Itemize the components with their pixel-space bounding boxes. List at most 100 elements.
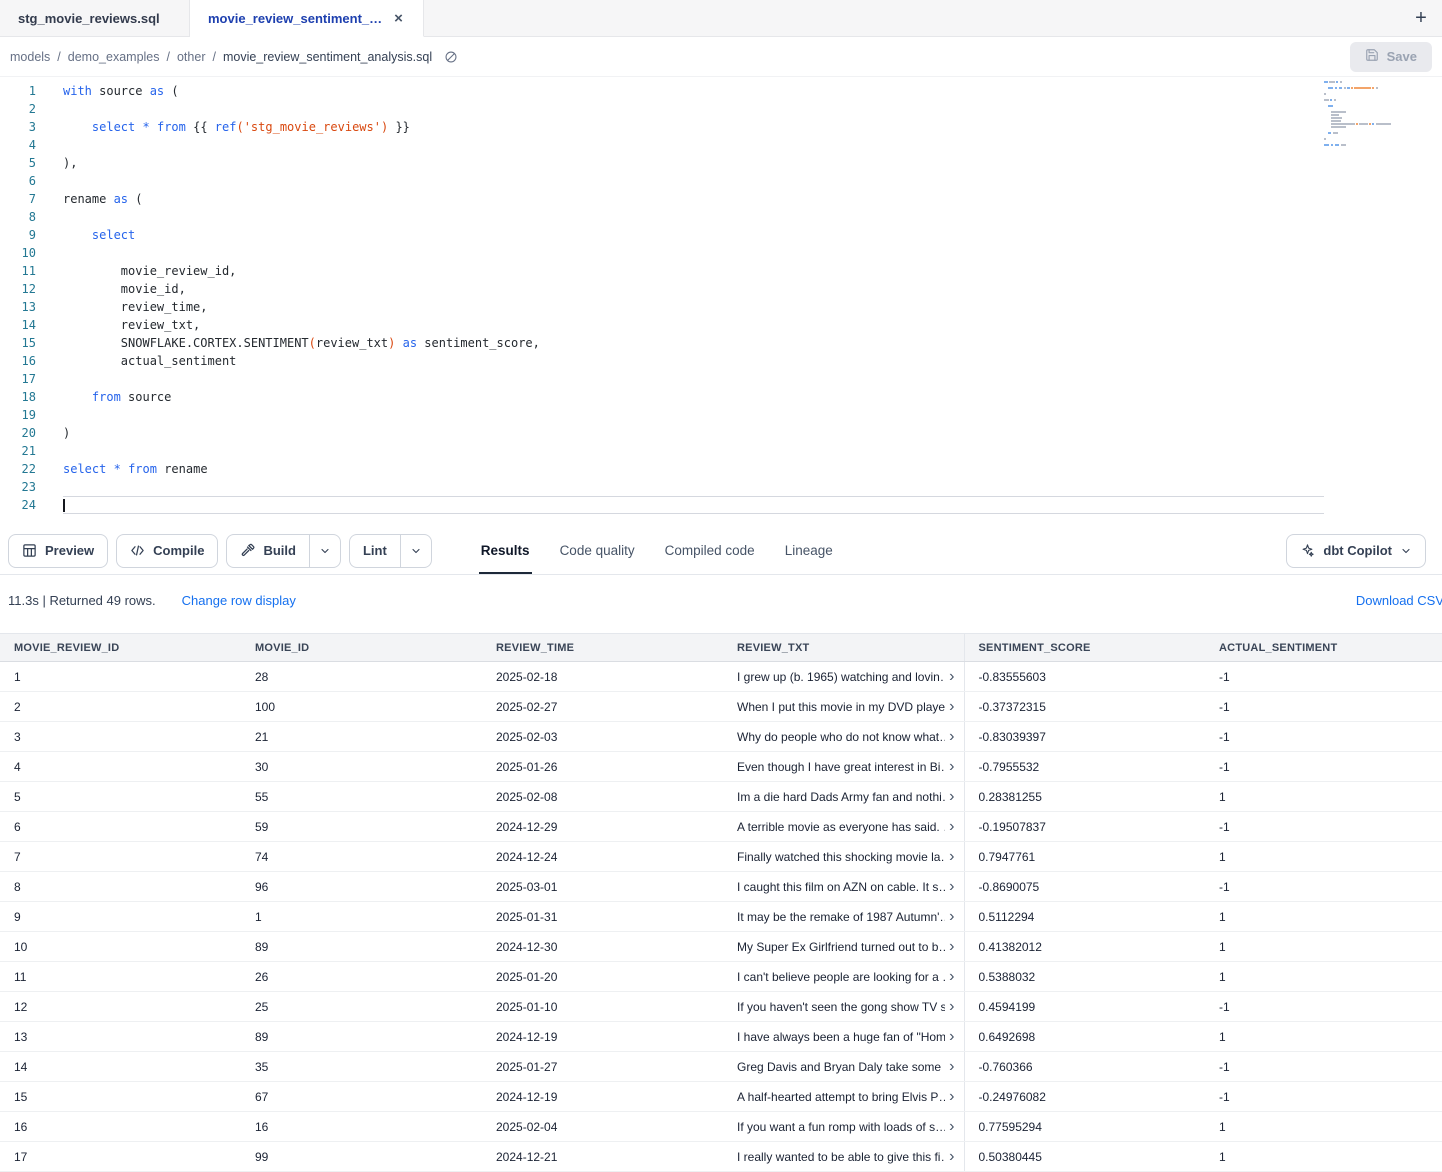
review-txt: If you haven't seen the gong show TV s… xyxy=(737,1000,945,1014)
column-header-review_time: REVIEW_TIME xyxy=(482,634,723,662)
preview-button[interactable]: Preview xyxy=(8,534,108,568)
change-row-display-link[interactable]: Change row display xyxy=(182,593,296,608)
chevron-down-icon xyxy=(1400,545,1412,557)
line-number: 1 xyxy=(0,82,36,100)
column-header-review_txt: REVIEW_TXT xyxy=(723,634,964,662)
editor-line-11[interactable]: 11 movie_review_id, xyxy=(0,262,1442,280)
editor-line-12[interactable]: 12 movie_id, xyxy=(0,280,1442,298)
expand-review-icon[interactable]: › xyxy=(949,909,954,925)
expand-review-icon[interactable]: › xyxy=(949,759,954,775)
expand-review-icon[interactable]: › xyxy=(949,1029,954,1045)
editor-line-22[interactable]: 22select * from rename xyxy=(0,460,1442,478)
expand-review-icon[interactable]: › xyxy=(949,789,954,805)
review-txt: Finally watched this shocking movie la… xyxy=(737,850,945,864)
minimap-line xyxy=(1324,90,1398,92)
editor-line-9[interactable]: 9 select xyxy=(0,226,1442,244)
expand-review-icon[interactable]: › xyxy=(949,849,954,865)
cell: 5 xyxy=(0,782,241,812)
lint-options-button[interactable] xyxy=(400,534,432,568)
cell: 4 xyxy=(0,752,241,782)
close-icon[interactable]: × xyxy=(392,10,405,27)
code-line: from source xyxy=(63,388,1324,406)
code-line xyxy=(63,136,1324,154)
code-line xyxy=(63,244,1324,262)
tab-stg-movie-reviews[interactable]: stg_movie_reviews.sql xyxy=(0,0,190,36)
editor-line-17[interactable]: 17 xyxy=(0,370,1442,388)
breadcrumb-models[interactable]: models xyxy=(10,50,50,64)
review-txt: I grew up (b. 1965) watching and lovin… xyxy=(737,670,945,684)
editor-line-13[interactable]: 13 review_time, xyxy=(0,298,1442,316)
code-line xyxy=(63,478,1324,496)
line-number: 18 xyxy=(0,388,36,406)
lint-button[interactable]: Lint xyxy=(349,534,400,568)
expand-review-icon[interactable]: › xyxy=(949,999,954,1015)
expand-review-icon[interactable]: › xyxy=(949,1089,954,1105)
tab-movie-review-sentiment[interactable]: movie_review_sentiment_… × xyxy=(190,0,424,37)
editor-line-7[interactable]: 7rename as ( xyxy=(0,190,1442,208)
query-status: 11.3s | Returned 49 rows. xyxy=(8,593,156,608)
editor-line-19[interactable]: 19 xyxy=(0,406,1442,424)
editor-line-15[interactable]: 15 SNOWFLAKE.CORTEX.SENTIMENT(review_txt… xyxy=(0,334,1442,352)
cell: 1 xyxy=(1205,1112,1442,1142)
breadcrumb-separator: / xyxy=(57,50,60,64)
table-row: 17992024-12-21I really wanted to be able… xyxy=(0,1142,1442,1172)
cell: 55 xyxy=(241,782,482,812)
review-txt-cell: I really wanted to be able to give this … xyxy=(723,1142,964,1172)
tab-lineage[interactable]: Lineage xyxy=(770,527,848,574)
cell: 13 xyxy=(0,1022,241,1052)
editor-line-24[interactable]: 24 xyxy=(0,496,1442,514)
code-line: select * from {{ ref('stg_movie_reviews'… xyxy=(63,118,1324,136)
minimap[interactable] xyxy=(1324,81,1398,153)
minimap-line xyxy=(1324,129,1398,131)
editor-line-23[interactable]: 23 xyxy=(0,478,1442,496)
breadcrumb-demo-examples[interactable]: demo_examples xyxy=(68,50,160,64)
expand-review-icon[interactable]: › xyxy=(949,729,954,745)
editor-line-8[interactable]: 8 xyxy=(0,208,1442,226)
expand-review-icon[interactable]: › xyxy=(949,1149,954,1165)
editor-line-3[interactable]: 3 select * from {{ ref('stg_movie_review… xyxy=(0,118,1442,136)
table-row: 15672024-12-19A half-hearted attempt to … xyxy=(0,1082,1442,1112)
line-number: 24 xyxy=(0,496,36,514)
editor-line-16[interactable]: 16 actual_sentiment xyxy=(0,352,1442,370)
editor-line-6[interactable]: 6 xyxy=(0,172,1442,190)
breadcrumb-other[interactable]: other xyxy=(177,50,206,64)
expand-review-icon[interactable]: › xyxy=(949,669,954,685)
minimap-line xyxy=(1324,99,1398,101)
review-txt: A terrible movie as everyone has said. … xyxy=(737,820,945,834)
review-txt: It may be the remake of 1987 Autumn'… xyxy=(737,910,945,924)
editor-line-1[interactable]: 1with source as ( xyxy=(0,82,1442,100)
save-button[interactable]: Save xyxy=(1350,42,1432,72)
editor-line-21[interactable]: 21 xyxy=(0,442,1442,460)
expand-review-icon[interactable]: › xyxy=(949,879,954,895)
table-row: 21002025-02-27When I put this movie in m… xyxy=(0,692,1442,722)
editor-line-20[interactable]: 20) xyxy=(0,424,1442,442)
expand-review-icon[interactable]: › xyxy=(949,699,954,715)
tab-code-quality[interactable]: Code quality xyxy=(545,527,650,574)
build-options-button[interactable] xyxy=(309,534,341,568)
editor-line-10[interactable]: 10 xyxy=(0,244,1442,262)
expand-review-icon[interactable]: › xyxy=(949,969,954,985)
tab-compiled-code[interactable]: Compiled code xyxy=(650,527,770,574)
cell: 2 xyxy=(0,692,241,722)
breadcrumb-file: movie_review_sentiment_analysis.sql xyxy=(223,50,432,64)
minimap-line xyxy=(1324,147,1398,149)
editor-line-14[interactable]: 14 review_txt, xyxy=(0,316,1442,334)
editor-line-2[interactable]: 2 xyxy=(0,100,1442,118)
download-csv-link[interactable]: Download CSV xyxy=(1356,593,1442,608)
editor-line-4[interactable]: 4 xyxy=(0,136,1442,154)
code-editor[interactable]: 1with source as (23 select * from {{ ref… xyxy=(0,77,1442,527)
line-number: 6 xyxy=(0,172,36,190)
editor-line-5[interactable]: 5), xyxy=(0,154,1442,172)
editor-line-18[interactable]: 18 from source xyxy=(0,388,1442,406)
expand-review-icon[interactable]: › xyxy=(949,939,954,955)
expand-review-icon[interactable]: › xyxy=(949,1119,954,1135)
build-button[interactable]: Build xyxy=(226,534,309,568)
code-line: rename as ( xyxy=(63,190,1324,208)
expand-review-icon[interactable]: › xyxy=(949,1059,954,1075)
expand-review-icon[interactable]: › xyxy=(949,819,954,835)
dbt-copilot-button[interactable]: dbt Copilot xyxy=(1286,534,1426,568)
preview-label: Preview xyxy=(45,543,94,558)
tab-results[interactable]: Results xyxy=(466,527,545,574)
new-tab-button[interactable]: + xyxy=(1400,0,1442,36)
compile-button[interactable]: Compile xyxy=(116,534,218,568)
